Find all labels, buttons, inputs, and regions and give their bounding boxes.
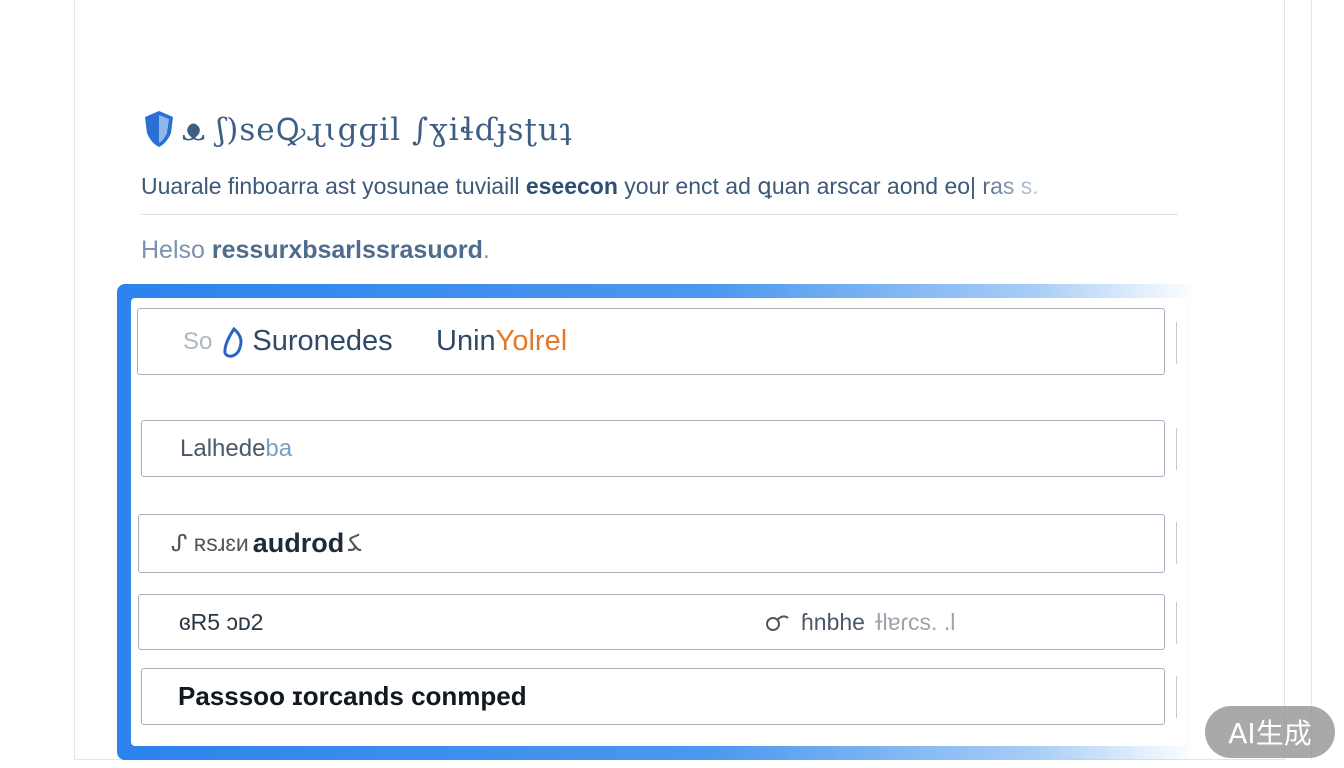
password-value: audrod bbox=[252, 528, 345, 558]
subtitle-rest: your enct ad ꝗuan arscar aond eo| bbox=[617, 173, 977, 199]
subtitle-fade: ras s. bbox=[976, 173, 1039, 199]
code-field[interactable]: ɞR5 ᴐᴅ2 ɦnbhe ɫlɐɾcs. .l bbox=[138, 594, 1165, 650]
hint-prefix: Helso bbox=[141, 236, 212, 264]
field-tick bbox=[1176, 602, 1177, 644]
code-link-lite: ɫlɐɾcs. .l bbox=[874, 608, 956, 635]
page-subtitle: Uuarale finboarra ast yosunae tuviaill e… bbox=[141, 173, 1211, 203]
field-tick bbox=[1176, 522, 1177, 564]
header: ᴥ ʃ)seꝘɻɩgɡil ∫ɣiɬɗɟsʈuʇ bbox=[142, 104, 572, 154]
code-value: ɞR5 ᴐᴅ2 bbox=[179, 608, 264, 635]
ai-generated-badge: AI生成 bbox=[1205, 706, 1335, 758]
password-hint: Helso ressurxbsarlssrasuord. bbox=[141, 236, 490, 265]
card-edge bbox=[1311, 0, 1312, 760]
link-icon bbox=[766, 615, 789, 631]
username-field[interactable]: Lalhedeba bbox=[141, 420, 1165, 477]
password-field[interactable]: ᔑ ʀsɹɛᴎ audrod ﻜ bbox=[138, 514, 1165, 573]
password-trail: ﻜ bbox=[348, 530, 361, 556]
confirm-password-value: Passsoo ɪorcands conmped bbox=[178, 681, 527, 711]
page-title: ᴥ ʃ)seꝘɻɩgɡil ∫ɣiɬɗɟsʈuʇ bbox=[182, 112, 573, 148]
drop-icon bbox=[223, 326, 243, 358]
confirm-password-field[interactable]: Passsoo ɪorcands conmped bbox=[141, 668, 1165, 725]
password-lead: ᔑ ʀsɹɛᴎ audrod ﻜ bbox=[171, 528, 361, 559]
field-tick bbox=[1176, 428, 1177, 470]
username-text: Lalhede bbox=[180, 434, 266, 462]
option-b-accent: Yolrel bbox=[495, 325, 568, 357]
code-link[interactable]: ɦnbhe ɫlɐɾcs. .l bbox=[765, 609, 955, 636]
option-selector-field[interactable]: So Suronedes UninYolrel bbox=[137, 308, 1165, 375]
username-value: Lalhedeba bbox=[180, 435, 292, 463]
subtitle-main: Uuarale finboarra ast yosunae tuviaill bbox=[141, 173, 526, 199]
option-a-prefix: So bbox=[183, 327, 213, 355]
field-tick bbox=[1176, 676, 1177, 718]
option-b[interactable]: UninYolrel bbox=[436, 325, 567, 358]
divider bbox=[141, 214, 1178, 215]
username-text-lite: ba bbox=[265, 434, 293, 462]
option-b-label: Unin bbox=[436, 325, 496, 357]
subtitle-bold: eseecon bbox=[525, 173, 618, 199]
key-icon: ᔑ ʀsɹɛᴎ bbox=[171, 530, 249, 556]
field-tick bbox=[1176, 322, 1177, 364]
hint-bold: ressurxbsarlssrasuord bbox=[211, 236, 483, 264]
hint-suffix: . bbox=[482, 236, 490, 264]
option-a[interactable]: So Suronedes bbox=[183, 325, 393, 358]
option-a-label: Suronedes bbox=[252, 325, 393, 357]
shield-icon bbox=[145, 111, 173, 147]
code-link-label: ɦnbhe bbox=[801, 608, 865, 635]
